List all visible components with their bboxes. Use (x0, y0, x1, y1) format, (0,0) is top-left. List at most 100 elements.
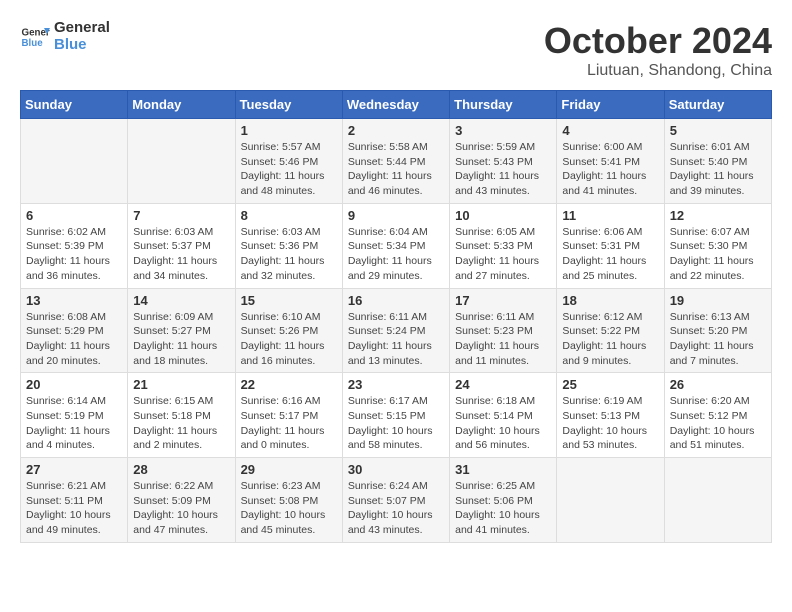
day-number: 3 (455, 123, 551, 138)
day-info: Sunrise: 6:03 AM Sunset: 5:36 PM Dayligh… (241, 225, 337, 284)
calendar-week-row: 13 Sunrise: 6:08 AM Sunset: 5:29 PM Dayli… (21, 288, 772, 373)
day-number: 26 (670, 377, 766, 392)
calendar-header-row: SundayMondayTuesdayWednesdayThursdayFrid… (21, 91, 772, 119)
calendar-cell: 26 Sunrise: 6:20 AM Sunset: 5:12 PM Dayli… (664, 373, 771, 458)
day-info: Sunrise: 6:23 AM Sunset: 5:08 PM Dayligh… (241, 479, 337, 538)
header-monday: Monday (128, 91, 235, 119)
header-friday: Friday (557, 91, 664, 119)
calendar-cell: 15Sunrise: 6:10 AM Sunset: 5:26 PM Dayli… (235, 288, 342, 373)
page-header: General Blue General Blue October 2024 L… (20, 20, 772, 80)
calendar-cell: 28 Sunrise: 6:22 AM Sunset: 5:09 PM Dayli… (128, 458, 235, 543)
day-number: 20 (26, 377, 122, 392)
day-info: Sunrise: 5:57 AM Sunset: 5:46 PM Dayligh… (241, 140, 337, 199)
day-number: 6 (26, 208, 122, 223)
day-info: Sunrise: 6:02 AM Sunset: 5:39 PM Dayligh… (26, 225, 122, 284)
calendar-cell: 12 Sunrise: 6:07 AM Sunset: 5:30 PM Dayli… (664, 203, 771, 288)
calendar-cell: 9Sunrise: 6:04 AM Sunset: 5:34 PM Daylig… (342, 203, 449, 288)
calendar-week-row: 27 Sunrise: 6:21 AM Sunset: 5:11 PM Dayli… (21, 458, 772, 543)
day-info: Sunrise: 6:21 AM Sunset: 5:11 PM Dayligh… (26, 479, 122, 538)
day-number: 5 (670, 123, 766, 138)
calendar-cell: 25 Sunrise: 6:19 AM Sunset: 5:13 PM Dayli… (557, 373, 664, 458)
calendar-cell: 17Sunrise: 6:11 AM Sunset: 5:23 PM Dayli… (450, 288, 557, 373)
calendar-cell: 6 Sunrise: 6:02 AM Sunset: 5:39 PM Daylig… (21, 203, 128, 288)
calendar-cell: 23 Sunrise: 6:17 AM Sunset: 5:15 PM Dayli… (342, 373, 449, 458)
day-number: 7 (133, 208, 229, 223)
day-number: 1 (241, 123, 337, 138)
calendar-cell: 18 Sunrise: 6:12 AM Sunset: 5:22 PM Dayli… (557, 288, 664, 373)
day-number: 28 (133, 462, 229, 477)
calendar-cell: 19 Sunrise: 6:13 AM Sunset: 5:20 PM Dayli… (664, 288, 771, 373)
header-saturday: Saturday (664, 91, 771, 119)
location-subtitle: Liutuan, Shandong, China (544, 62, 772, 80)
day-info: Sunrise: 6:25 AM Sunset: 5:06 PM Dayligh… (455, 479, 551, 538)
header-thursday: Thursday (450, 91, 557, 119)
month-title: October 2024 (544, 20, 772, 62)
day-info: Sunrise: 6:09 AM Sunset: 5:27 PM Dayligh… (133, 310, 229, 369)
day-number: 10 (455, 208, 551, 223)
day-info: Sunrise: 6:07 AM Sunset: 5:30 PM Dayligh… (670, 225, 766, 284)
header-tuesday: Tuesday (235, 91, 342, 119)
day-number: 17 (455, 293, 551, 308)
day-info: Sunrise: 6:03 AM Sunset: 5:37 PM Dayligh… (133, 225, 229, 284)
day-info: Sunrise: 6:10 AM Sunset: 5:26 PM Dayligh… (241, 310, 337, 369)
calendar-cell (664, 458, 771, 543)
calendar-cell: 27 Sunrise: 6:21 AM Sunset: 5:11 PM Dayli… (21, 458, 128, 543)
day-number: 27 (26, 462, 122, 477)
day-info: Sunrise: 6:18 AM Sunset: 5:14 PM Dayligh… (455, 394, 551, 453)
day-info: Sunrise: 6:17 AM Sunset: 5:15 PM Dayligh… (348, 394, 444, 453)
day-info: Sunrise: 6:11 AM Sunset: 5:24 PM Dayligh… (348, 310, 444, 369)
day-number: 8 (241, 208, 337, 223)
day-number: 16 (348, 293, 444, 308)
day-info: Sunrise: 6:20 AM Sunset: 5:12 PM Dayligh… (670, 394, 766, 453)
day-info: Sunrise: 6:04 AM Sunset: 5:34 PM Dayligh… (348, 225, 444, 284)
logo-icon: General Blue (20, 22, 50, 52)
calendar-cell: 7 Sunrise: 6:03 AM Sunset: 5:37 PM Daylig… (128, 203, 235, 288)
day-number: 24 (455, 377, 551, 392)
day-number: 2 (348, 123, 444, 138)
header-wednesday: Wednesday (342, 91, 449, 119)
day-number: 13 (26, 293, 122, 308)
calendar-cell (128, 119, 235, 204)
calendar-cell: 8 Sunrise: 6:03 AM Sunset: 5:36 PM Daylig… (235, 203, 342, 288)
day-info: Sunrise: 6:06 AM Sunset: 5:31 PM Dayligh… (562, 225, 658, 284)
day-number: 21 (133, 377, 229, 392)
day-info: Sunrise: 5:58 AM Sunset: 5:44 PM Dayligh… (348, 140, 444, 199)
calendar-cell: 10 Sunrise: 6:05 AM Sunset: 5:33 PM Dayli… (450, 203, 557, 288)
day-info: Sunrise: 6:22 AM Sunset: 5:09 PM Dayligh… (133, 479, 229, 538)
calendar-cell: 1 Sunrise: 5:57 AM Sunset: 5:46 PM Daylig… (235, 119, 342, 204)
title-block: October 2024 Liutuan, Shandong, China (544, 20, 772, 80)
day-number: 29 (241, 462, 337, 477)
calendar-cell (557, 458, 664, 543)
day-info: Sunrise: 6:15 AM Sunset: 5:18 PM Dayligh… (133, 394, 229, 453)
calendar-cell: 14Sunrise: 6:09 AM Sunset: 5:27 PM Dayli… (128, 288, 235, 373)
calendar-cell: 29 Sunrise: 6:23 AM Sunset: 5:08 PM Dayli… (235, 458, 342, 543)
day-info: Sunrise: 6:19 AM Sunset: 5:13 PM Dayligh… (562, 394, 658, 453)
day-info: Sunrise: 6:00 AM Sunset: 5:41 PM Dayligh… (562, 140, 658, 199)
calendar-cell: 13 Sunrise: 6:08 AM Sunset: 5:29 PM Dayli… (21, 288, 128, 373)
calendar-cell: 24 Sunrise: 6:18 AM Sunset: 5:14 PM Dayli… (450, 373, 557, 458)
day-number: 30 (348, 462, 444, 477)
logo: General Blue General Blue (20, 20, 110, 53)
day-number: 18 (562, 293, 658, 308)
calendar-week-row: 20Sunrise: 6:14 AM Sunset: 5:19 PM Dayli… (21, 373, 772, 458)
calendar-cell: 31 Sunrise: 6:25 AM Sunset: 5:06 PM Dayli… (450, 458, 557, 543)
calendar-cell: 4Sunrise: 6:00 AM Sunset: 5:41 PM Daylig… (557, 119, 664, 204)
svg-text:Blue: Blue (22, 38, 44, 49)
day-info: Sunrise: 6:13 AM Sunset: 5:20 PM Dayligh… (670, 310, 766, 369)
day-number: 22 (241, 377, 337, 392)
calendar-cell (21, 119, 128, 204)
logo-line2: Blue (54, 37, 110, 54)
day-info: Sunrise: 6:12 AM Sunset: 5:22 PM Dayligh… (562, 310, 658, 369)
day-number: 25 (562, 377, 658, 392)
day-info: Sunrise: 6:05 AM Sunset: 5:33 PM Dayligh… (455, 225, 551, 284)
calendar-cell: 20Sunrise: 6:14 AM Sunset: 5:19 PM Dayli… (21, 373, 128, 458)
day-info: Sunrise: 6:08 AM Sunset: 5:29 PM Dayligh… (26, 310, 122, 369)
day-number: 19 (670, 293, 766, 308)
day-info: Sunrise: 6:16 AM Sunset: 5:17 PM Dayligh… (241, 394, 337, 453)
day-number: 31 (455, 462, 551, 477)
logo-line1: General (54, 20, 110, 37)
day-number: 23 (348, 377, 444, 392)
calendar-cell: 16 Sunrise: 6:11 AM Sunset: 5:24 PM Dayli… (342, 288, 449, 373)
header-sunday: Sunday (21, 91, 128, 119)
day-number: 12 (670, 208, 766, 223)
